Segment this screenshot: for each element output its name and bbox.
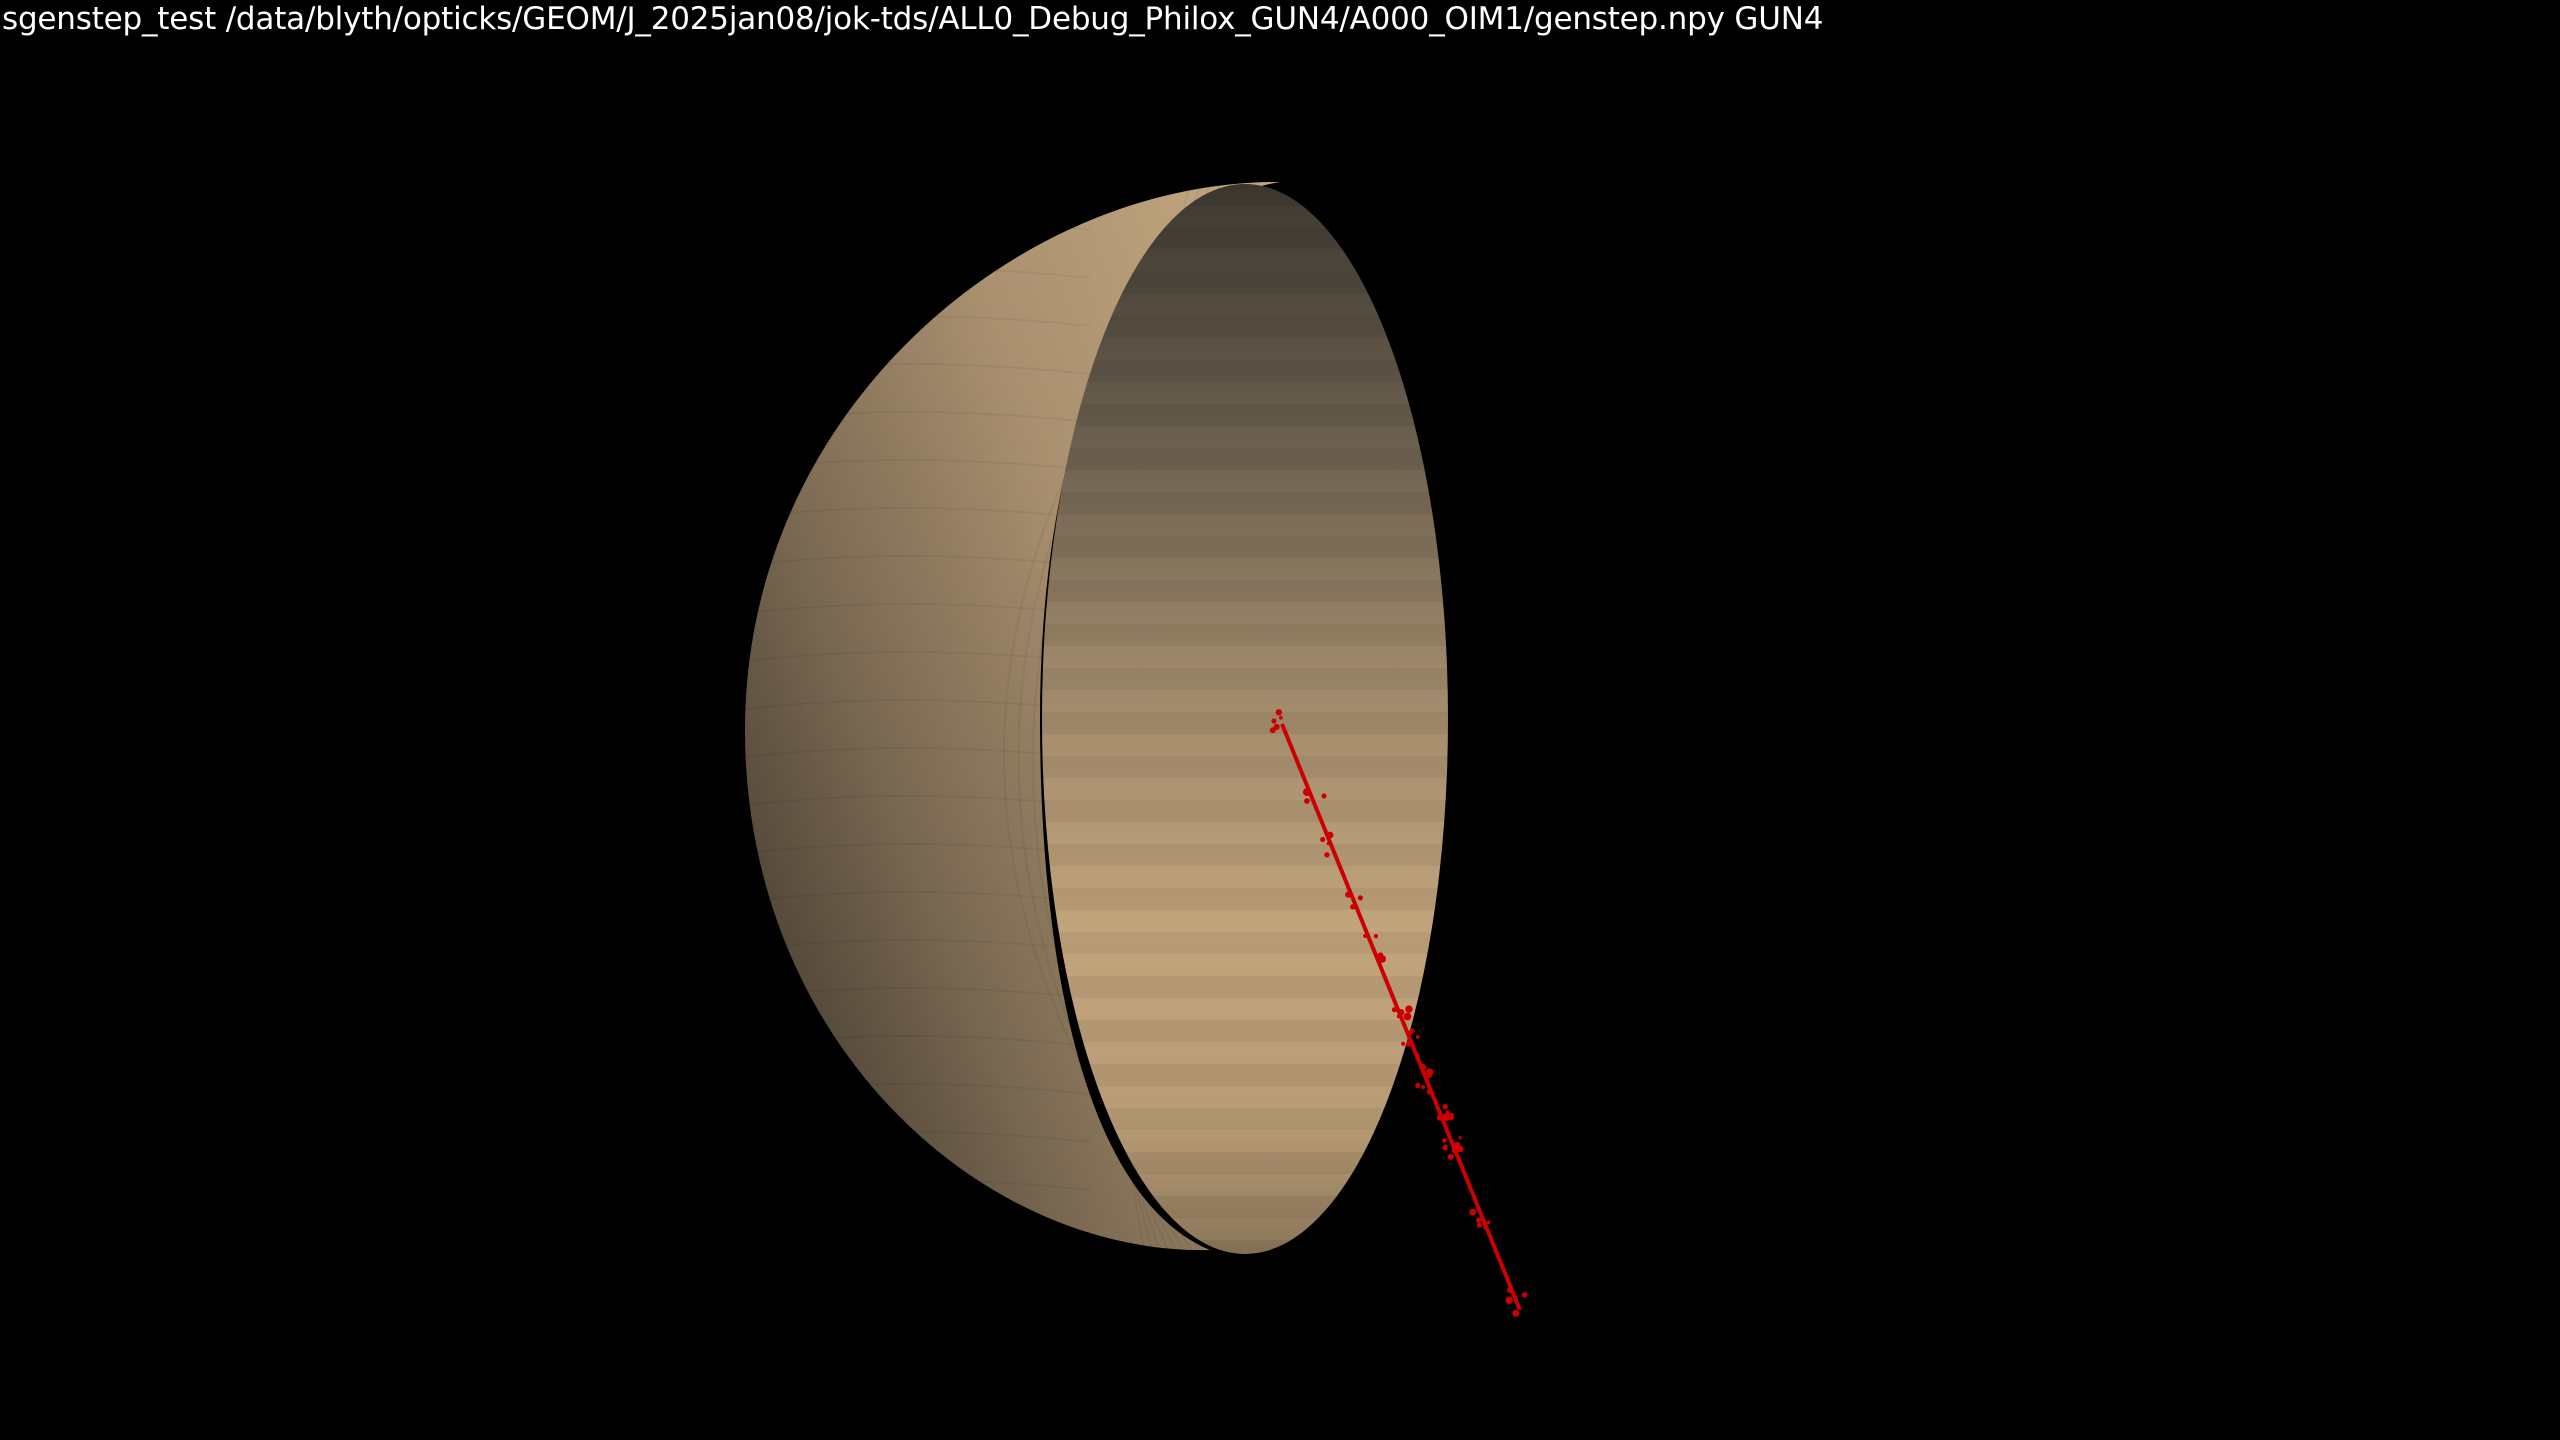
genstep-point (1279, 715, 1283, 720)
genstep-point (1326, 831, 1334, 839)
genstep-point (1505, 1296, 1513, 1304)
genstep-point (1303, 788, 1311, 797)
genstep-point (1469, 1208, 1477, 1216)
genstep-point (1483, 1225, 1487, 1230)
genstep-point (1415, 1082, 1421, 1089)
genstep-point (1377, 952, 1384, 959)
genstep-point (1304, 798, 1310, 804)
genstep-point (1419, 1063, 1427, 1071)
genstep-point (1512, 1309, 1520, 1317)
genstep-point (1477, 1222, 1483, 1228)
genstep-point (1507, 1286, 1514, 1294)
genstep-point (1442, 1138, 1447, 1143)
genstep-point (1320, 836, 1326, 843)
scene-canvas[interactable] (0, 0, 2560, 1440)
genstep-point (1458, 1136, 1462, 1140)
genstep-point (1415, 1053, 1420, 1058)
genstep-point (1521, 1292, 1528, 1298)
genstep-point (1406, 1039, 1414, 1047)
genstep-point (1275, 709, 1283, 716)
genstep-point (1405, 1005, 1413, 1013)
genstep-point (1324, 852, 1330, 858)
genstep-point (1415, 1035, 1420, 1039)
hemisphere-inner-cavity (1042, 184, 1448, 1254)
genstep-point (1273, 723, 1280, 731)
genstep-point (1350, 904, 1356, 910)
genstep-point (1421, 1085, 1426, 1090)
genstep-point (1475, 1217, 1482, 1224)
genstep-point (1326, 841, 1331, 846)
genstep-point (1443, 1144, 1448, 1149)
render-viewport[interactable]: sgenstep_test /data/blyth/opticks/GEOM/J… (0, 0, 2560, 1440)
genstep-point (1391, 1007, 1397, 1013)
genstep-point (1403, 1012, 1412, 1021)
genstep-point (1321, 793, 1327, 799)
genstep-point (1401, 1041, 1406, 1046)
genstep-point (1436, 1114, 1444, 1121)
genstep-point (1426, 1088, 1433, 1095)
genstep-point (1271, 718, 1277, 724)
genstep-point (1357, 895, 1363, 901)
genstep-point (1442, 1104, 1448, 1110)
genstep-point (1445, 1110, 1450, 1114)
genstep-point (1345, 891, 1352, 898)
genstep-point (1447, 1153, 1454, 1160)
genstep-point (1396, 1014, 1401, 1019)
genstep-point (1363, 934, 1368, 938)
genstep-point (1427, 1073, 1432, 1079)
genstep-point (1373, 934, 1379, 939)
genstep-point (1457, 1145, 1464, 1153)
genstep-point (1486, 1220, 1491, 1225)
genstep-point (1409, 1028, 1415, 1034)
